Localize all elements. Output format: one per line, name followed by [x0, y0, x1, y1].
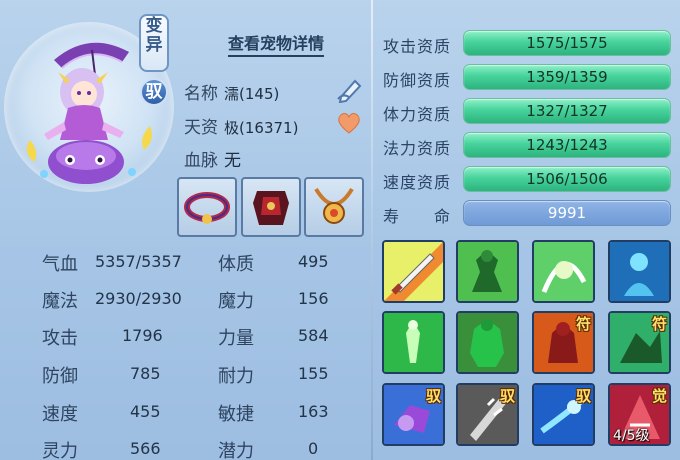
speed-value: 455	[130, 402, 161, 421]
skill-rune-tag: 符	[575, 315, 591, 333]
skill-slot-7[interactable]: 符	[532, 311, 595, 374]
spirit-vortex-icon	[534, 242, 593, 301]
magic-power-value: 156	[298, 289, 329, 308]
skill-slot-6[interactable]	[456, 311, 519, 374]
blood-value: 无	[224, 151, 241, 171]
stamina-aptitude-bar: 1327/1327	[463, 98, 671, 124]
collar-icon	[184, 192, 230, 224]
equipment-slot-collar[interactable]	[177, 177, 237, 237]
speed-aptitude-bar: 1506/1506	[463, 166, 671, 192]
skill-slot-9[interactable]: 驭	[382, 383, 445, 446]
speed-aptitude-label: 速度资质	[383, 173, 452, 192]
defense-value: 785	[130, 364, 161, 383]
mutation-badge: 变异	[139, 14, 169, 72]
skill-slot-5[interactable]	[382, 311, 445, 374]
pet-talent-row: 天资 极(16371)	[184, 113, 298, 138]
amulet-icon	[314, 187, 354, 224]
armor-icon	[253, 191, 289, 225]
strength-aura-icon	[458, 242, 517, 301]
skill-rune-tag: 符	[651, 315, 667, 333]
stamina-aptitude-label: 体力资质	[383, 105, 452, 124]
equipment-slot-armor[interactable]	[241, 177, 301, 237]
attack-value: 1796	[122, 326, 163, 345]
attack-aptitude-label: 攻击资质	[383, 37, 452, 56]
speed-label: 速度	[42, 404, 78, 425]
skill-tame-tag: 驭	[499, 387, 515, 405]
spirit-label: 灵力	[42, 441, 78, 460]
skill-slot-10[interactable]: 驭	[456, 383, 519, 446]
attack-label: 攻击	[42, 328, 78, 349]
equipment-slot-amulet[interactable]	[304, 177, 364, 237]
view-pet-details-link[interactable]: 查看宠物详情	[228, 30, 325, 57]
name-value: 濡(145)	[224, 85, 280, 103]
skill-tame-tag: 驭	[575, 387, 591, 405]
name-label: 名称	[184, 84, 218, 104]
agility-label: 敏捷	[218, 404, 254, 425]
shadow-form-icon	[610, 242, 669, 301]
skill-level-text: 4/5级	[613, 428, 650, 444]
attack-aptitude-bar: 1575/1575	[463, 30, 671, 56]
skill-slot-2[interactable]	[456, 240, 519, 303]
strength-label: 力量	[218, 328, 254, 349]
endurance-label: 耐力	[218, 366, 254, 387]
skill-slot-11[interactable]: 驭	[532, 383, 595, 446]
potential-label: 潜力	[218, 441, 254, 460]
edit-name-icon[interactable]	[335, 75, 365, 104]
skill-slot-8[interactable]: 符	[608, 311, 671, 374]
mp-value: 2930/2930	[95, 289, 182, 308]
mana-aptitude-label: 法力资质	[383, 139, 452, 158]
skill-tame-tag: 驭	[425, 387, 441, 405]
talent-label: 天资	[184, 118, 218, 138]
spirit-value: 566	[130, 439, 161, 458]
hp-value: 5357/5357	[95, 252, 182, 271]
ascension-icon	[384, 313, 443, 372]
lifespan-bar: 9991	[463, 200, 671, 226]
hp-label: 气血	[42, 254, 78, 275]
skill-awaken-tag: 觉	[651, 387, 667, 405]
constitution-label: 体质	[218, 254, 254, 275]
mp-label: 魔法	[42, 291, 78, 312]
endurance-value: 155	[298, 364, 329, 383]
defense-aptitude-label: 防御资质	[383, 71, 452, 90]
defense-label: 防御	[42, 366, 78, 387]
potential-value: 0	[308, 439, 319, 458]
magic-power-label: 魔力	[218, 291, 254, 312]
strength-value: 584	[298, 326, 329, 345]
giant-body-icon	[458, 313, 517, 372]
blood-label: 血脉	[184, 151, 218, 171]
skill-slot-4[interactable]	[608, 240, 671, 303]
lifespan-label: 寿 命	[383, 207, 452, 226]
pet-name-row: 名称 濡(145)	[184, 79, 279, 104]
skill-slot-3[interactable]	[532, 240, 595, 303]
mana-aptitude-bar: 1243/1243	[463, 132, 671, 158]
talent-value: 极(16371)	[224, 119, 299, 137]
skill-slot-1[interactable]	[382, 240, 445, 303]
sword-strike-icon	[384, 242, 443, 301]
tame-badge: 驭	[140, 78, 168, 106]
panel-divider	[371, 0, 373, 460]
defense-aptitude-bar: 1359/1359	[463, 64, 671, 90]
favorite-heart-icon[interactable]	[336, 111, 362, 135]
agility-value: 163	[298, 402, 329, 421]
pet-blood-row: 血脉无	[184, 146, 241, 171]
constitution-value: 495	[298, 252, 329, 271]
